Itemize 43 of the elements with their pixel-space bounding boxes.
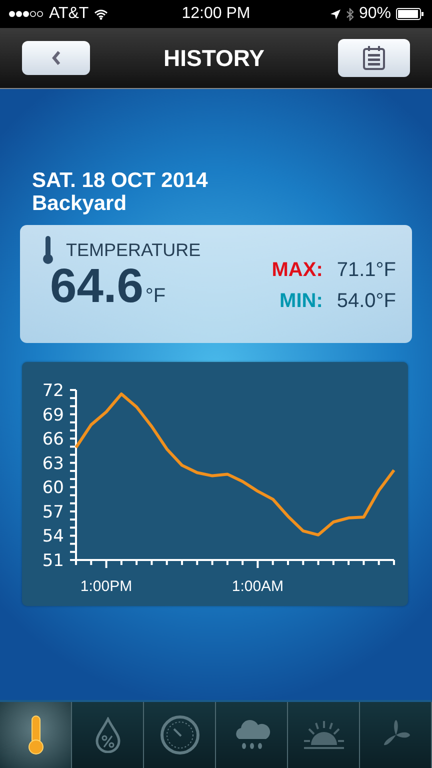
screen-title: HISTORY — [164, 44, 264, 72]
wifi-icon — [94, 8, 108, 20]
min-value: 54.0°F — [336, 290, 396, 313]
calendar-icon — [363, 46, 385, 70]
tab-button[interactable] — [144, 702, 216, 768]
carrier-name: AT&T — [49, 5, 89, 23]
bluetooth-icon — [346, 8, 354, 20]
y-tick-label: 60 — [42, 478, 64, 498]
x-tick-label: 1:00PM — [80, 578, 132, 595]
max-label: MAX: — [272, 259, 323, 282]
location-name: Backyard — [32, 192, 128, 215]
tab-button[interactable] — [288, 702, 360, 768]
tab-button[interactable] — [216, 702, 288, 768]
min-label: MIN: — [278, 290, 323, 313]
y-tick-label: 51 — [42, 551, 64, 571]
thermometer-icon — [28, 715, 44, 755]
y-tick-label: 57 — [42, 502, 64, 522]
calendar-button[interactable] — [338, 39, 410, 77]
x-tick-label: 1:00AM — [232, 578, 284, 595]
y-tick-label: 66 — [42, 430, 64, 450]
tab-button[interactable] — [360, 702, 432, 768]
battery-icon — [396, 8, 424, 20]
chevron-left-icon — [51, 50, 61, 66]
y-tick-label: 63 — [42, 454, 64, 474]
battery-percent: 90% — [358, 5, 391, 23]
clock-time: 12:00 PM — [182, 5, 250, 23]
y-tick-label: 69 — [42, 405, 64, 426]
date-heading: SAT. 18 OCT 2014 — [32, 169, 209, 192]
reading-label: TEMPERATURE — [66, 240, 201, 260]
max-value: 71.1°F — [336, 259, 396, 282]
sun-icon — [302, 719, 344, 751]
signal-icon — [8, 10, 44, 18]
y-tick-label: 72 — [42, 381, 64, 401]
tab-button[interactable] — [72, 702, 144, 768]
back-button[interactable] — [22, 41, 90, 75]
thermometer-icon — [42, 235, 54, 265]
drop-percent-icon — [94, 717, 120, 753]
location-arrow-icon — [330, 8, 341, 20]
temperature-unit: °F — [145, 285, 166, 308]
y-tick-label: 54 — [42, 526, 64, 547]
tab-button[interactable] — [0, 702, 72, 768]
gauge-icon — [160, 715, 200, 755]
temperature-value: 64.6 — [50, 259, 144, 314]
